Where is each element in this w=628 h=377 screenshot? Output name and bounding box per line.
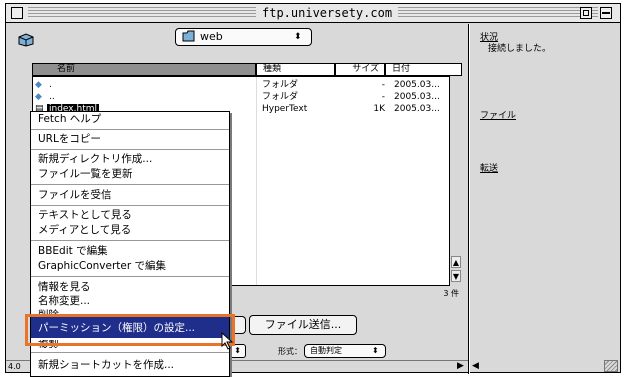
folder-icon: ◆ [35, 92, 42, 102]
column-header-size[interactable]: サイズ [335, 63, 385, 76]
menu-item-copy-url[interactable]: URLをコピー [38, 132, 101, 146]
folder-popup[interactable]: web ⬍ [175, 28, 312, 46]
window-title: ftp.universety.com [256, 4, 399, 22]
scroll-left-arrow-icon[interactable]: ◀ [472, 361, 479, 371]
menu-separator [31, 184, 229, 185]
title-bar[interactable]: ftp.universety.com [6, 4, 620, 23]
menu-item-fetch-help[interactable]: Fetch ヘルプ [38, 112, 101, 126]
menu-item-new-shortcut[interactable]: 新規ショートカットを作成... [38, 358, 174, 372]
menu-separator [31, 205, 229, 206]
version-label: 4.0 [8, 362, 21, 371]
column-header-name[interactable]: 名前 [32, 63, 256, 76]
scroll-down-arrow-icon[interactable]: ▼ [451, 270, 461, 282]
resize-grip-icon[interactable] [604, 360, 618, 372]
format-popup[interactable]: 自動判定 ⬍ [304, 344, 386, 358]
collapse-box[interactable] [600, 7, 612, 19]
folder-popup-label: web [200, 30, 223, 43]
close-box[interactable] [11, 7, 23, 19]
menu-item-view-as-text[interactable]: テキストとして見る [38, 208, 132, 222]
menu-item-edit-bbedit[interactable]: BBEdit で編集 [38, 244, 108, 258]
put-file-button[interactable]: ファイル送信... [249, 315, 357, 335]
menu-item-view-as-media[interactable]: メディアとして見る [38, 223, 131, 237]
server-folder-icon [18, 32, 34, 47]
menu-separator [31, 352, 229, 353]
menu-item-get-info[interactable]: 情報を見る [38, 280, 91, 294]
item-count: 3 件 [443, 289, 459, 298]
scroll-up-arrow-icon[interactable]: ▲ [451, 256, 461, 268]
menu-item-edit-graphicconverter[interactable]: GraphicConverter で編集 [38, 259, 166, 273]
menu-separator [31, 276, 229, 277]
panel-divider-highlight [469, 24, 470, 374]
menu-item-refresh-list[interactable]: ファイル一覧を更新 [38, 167, 133, 181]
folder-icon [182, 30, 196, 42]
status-text: 接続しました。 [488, 44, 552, 54]
folder-icon: ◆ [35, 80, 42, 90]
file-row[interactable]: ◆ .. フォルダ - 2005.03... [33, 92, 473, 103]
menu-separator [31, 240, 229, 241]
menu-item-new-directory[interactable]: 新規ディレクトリ作成... [38, 152, 152, 166]
vertical-scrollbar[interactable]: ▲ ▼ [449, 76, 462, 286]
popup-arrows-icon: ⬍ [294, 32, 302, 42]
column-header-kind[interactable]: 種類 [256, 63, 335, 76]
zoom-box[interactable] [580, 7, 592, 19]
transfer-label: 転送 [480, 164, 499, 174]
mouse-cursor-icon [221, 331, 235, 350]
column-header-date[interactable]: 日付 [385, 63, 462, 76]
popup-arrows-icon: ⬍ [372, 346, 379, 355]
menu-separator [31, 149, 229, 150]
format-label: 形式： [278, 347, 302, 356]
menu-item-rename[interactable]: 名称変更... [38, 294, 90, 308]
menu-item-get-file[interactable]: ファイルを受信 [38, 188, 112, 202]
menu-separator [31, 129, 229, 130]
highlight-callout [25, 314, 235, 346]
file-label: ファイル [480, 111, 517, 121]
file-row[interactable]: ◆ . フォルダ - 2005.03... [33, 80, 473, 91]
scroll-right-arrow-icon[interactable]: ▶ [457, 361, 464, 371]
